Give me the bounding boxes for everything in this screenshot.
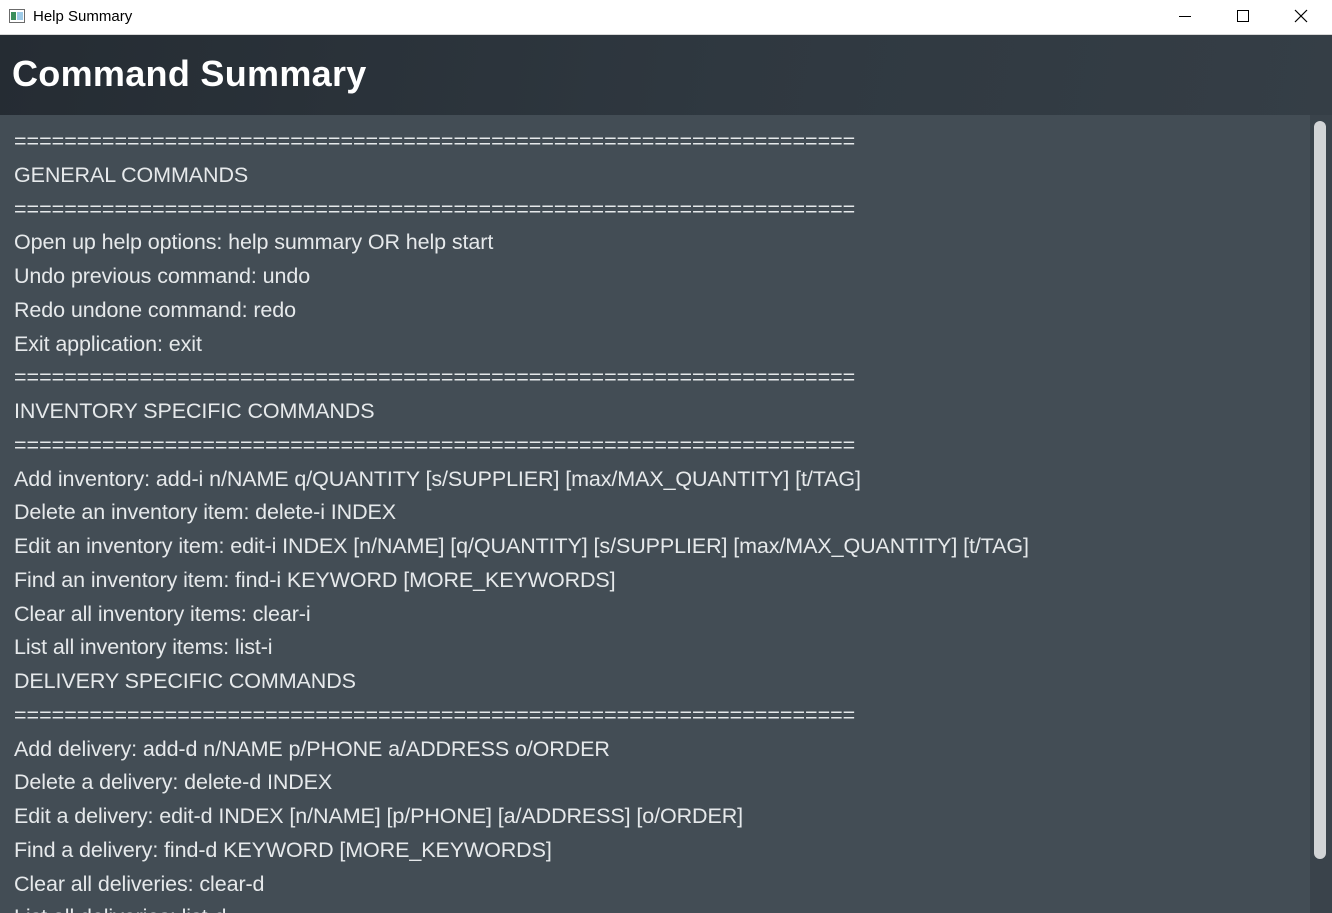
header-banner: Command Summary [0,35,1332,115]
command-line: Edit an inventory item: edit-i INDEX [n/… [14,534,1029,558]
command-line: List all inventory items: list-i [14,635,273,660]
scrollbar-thumb[interactable] [1314,121,1326,859]
command-line: Undo previous command: undo [14,264,311,288]
close-button[interactable] [1272,0,1330,34]
command-line: Add delivery: add-d n/NAME p/PHONE a/ADD… [14,736,610,761]
app-icon [9,9,25,23]
minimize-button[interactable] [1156,0,1214,34]
command-list: ========================================… [14,125,1029,913]
command-line: Edit a delivery: edit-d INDEX [n/NAME] [… [14,804,744,828]
separator-line: ========================================… [14,702,856,727]
command-line: Delete an inventory item: delete-i INDEX [14,500,396,525]
title-bar[interactable]: Help Summary [0,0,1332,35]
command-line: Redo undone command: redo [14,297,296,322]
command-line: Find a delivery: find-d KEYWORD [MORE_KE… [14,837,552,862]
minimize-icon [1179,16,1191,17]
vertical-scrollbar[interactable] [1310,115,1332,913]
command-line: Clear all inventory items: clear-i [14,601,311,626]
command-line: Open up help options: help summary OR he… [14,230,494,255]
maximize-button[interactable] [1214,0,1272,34]
separator-line: ========================================… [14,129,856,153]
maximize-icon [1237,10,1249,22]
command-line: Add inventory: add-i n/NAME q/QUANTITY [… [14,466,861,491]
section-heading-delivery: DELIVERY SPECIFIC COMMANDS [14,669,356,693]
separator-line: ========================================… [14,196,856,221]
section-heading-general: GENERAL COMMANDS [14,162,249,187]
command-line: Find an inventory item: find-i KEYWORD [… [14,567,616,592]
close-icon [1294,9,1308,23]
command-summary-panel[interactable]: ========================================… [0,115,1310,913]
command-line: Delete a delivery: delete-d INDEX [14,770,333,795]
command-line: Exit application: exit [14,331,202,356]
command-line: List all deliveries: list-d [14,901,1029,913]
separator-line: ========================================… [14,432,856,457]
help-summary-window: Help Summary Command Summary ===========… [0,0,1332,913]
separator-line: ========================================… [14,365,856,390]
command-line: Clear all deliveries: clear-d [14,871,265,896]
section-heading-inventory: INVENTORY SPECIFIC COMMANDS [14,399,375,423]
page-title: Command Summary [12,53,367,94]
window-title: Help Summary [33,8,133,25]
